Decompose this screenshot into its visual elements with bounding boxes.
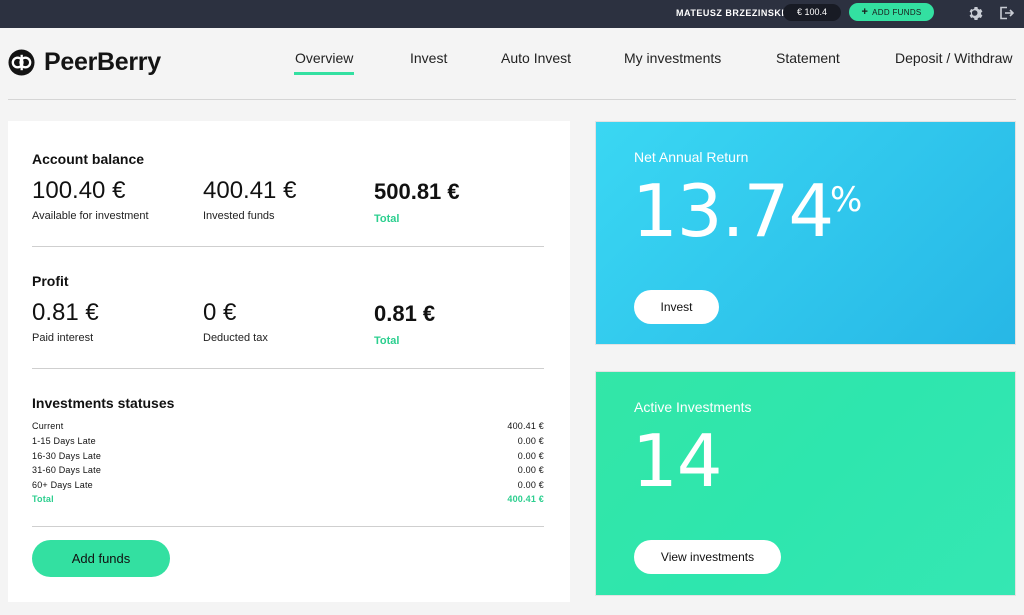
- statuses-title: Investments statuses: [32, 395, 175, 411]
- divider: [32, 526, 544, 527]
- balance-badge: € 100.4: [783, 4, 841, 21]
- balance-total-value: 500.81 €: [374, 179, 460, 204]
- active-investments-count: 14: [632, 419, 723, 503]
- status-row: 16-30 Days Late 0.00 €: [32, 451, 544, 461]
- status-label: 60+ Days Late: [32, 480, 93, 490]
- user-name[interactable]: MATEUSZ BRZEZINSKI: [676, 8, 784, 18]
- deducted-tax-label: Deducted tax: [203, 332, 268, 344]
- status-total-label: Total: [32, 494, 54, 504]
- status-value: 400.41 €: [507, 421, 544, 431]
- brand-logo[interactable]: PeerBerry: [8, 48, 161, 77]
- status-value: 0.00 €: [517, 436, 544, 446]
- nav-active-indicator: [294, 72, 354, 75]
- status-label: 16-30 Days Late: [32, 451, 102, 461]
- overview-card: Account balance 100.40 € Available for i…: [8, 121, 570, 602]
- available-balance-value: 100.40 €: [32, 177, 126, 204]
- status-label: 31-60 Days Late: [32, 465, 102, 475]
- top-add-funds-button[interactable]: + ADD FUNDS: [849, 3, 934, 21]
- profit-total-label: Total: [374, 335, 400, 347]
- status-row: 60+ Days Late 0.00 €: [32, 480, 544, 490]
- invest-button[interactable]: Invest: [634, 290, 719, 324]
- gear-icon[interactable]: [968, 5, 984, 21]
- profit-title: Profit: [32, 273, 69, 289]
- nav-overview[interactable]: Overview: [295, 50, 353, 66]
- status-total-value: 400.41 €: [507, 494, 544, 504]
- active-investments-panel: Active Investments 14 View investments: [595, 371, 1016, 596]
- nav-deposit-withdraw[interactable]: Deposit / Withdraw: [895, 50, 1012, 66]
- divider: [32, 246, 544, 247]
- status-row: Current 400.41 €: [32, 421, 544, 431]
- add-funds-button[interactable]: Add funds: [32, 540, 170, 577]
- divider: [32, 368, 544, 369]
- paid-interest-value: 0.81 €: [32, 299, 99, 326]
- status-value: 0.00 €: [517, 480, 544, 490]
- peerberry-logo-icon: [8, 49, 35, 76]
- deducted-tax-value: 0 €: [203, 299, 237, 326]
- status-value: 0.00 €: [517, 451, 544, 461]
- view-investments-button[interactable]: View investments: [634, 540, 781, 574]
- status-row: 1-15 Days Late 0.00 €: [32, 436, 544, 446]
- invested-funds-value: 400.41 €: [203, 177, 297, 204]
- status-value: 0.00 €: [517, 465, 544, 475]
- logout-icon[interactable]: [998, 5, 1014, 21]
- status-label: Current: [32, 421, 64, 431]
- status-row: 31-60 Days Late 0.00 €: [32, 465, 544, 475]
- plus-icon: +: [861, 6, 869, 18]
- net-annual-return-title: Net Annual Return: [634, 149, 749, 165]
- active-investments-title: Active Investments: [634, 399, 752, 415]
- top-add-funds-label: ADD FUNDS: [872, 8, 922, 17]
- header-divider: [8, 99, 1016, 100]
- nav-statement[interactable]: Statement: [776, 50, 840, 66]
- nav-my-investments[interactable]: My investments: [624, 50, 721, 66]
- balance-total-label: Total: [374, 213, 400, 225]
- status-label: 1-15 Days Late: [32, 436, 96, 446]
- nav-auto-invest[interactable]: Auto Invest: [501, 50, 571, 66]
- profit-total-value: 0.81 €: [374, 301, 436, 326]
- nav-invest[interactable]: Invest: [410, 50, 447, 66]
- account-balance-title: Account balance: [32, 151, 145, 167]
- status-total-row: Total 400.41 €: [32, 494, 544, 504]
- invested-funds-label: Invested funds: [203, 210, 275, 222]
- net-annual-return-panel: Net Annual Return 13.74 % Invest: [595, 121, 1016, 345]
- percent-unit: %: [830, 180, 863, 220]
- available-balance-label: Available for investment: [32, 210, 149, 222]
- top-bar: MATEUSZ BRZEZINSKI € 100.4 + ADD FUNDS: [0, 0, 1024, 28]
- paid-interest-label: Paid interest: [32, 332, 94, 344]
- brand-name: PeerBerry: [44, 48, 161, 76]
- net-annual-return-value: 13.74: [632, 169, 834, 253]
